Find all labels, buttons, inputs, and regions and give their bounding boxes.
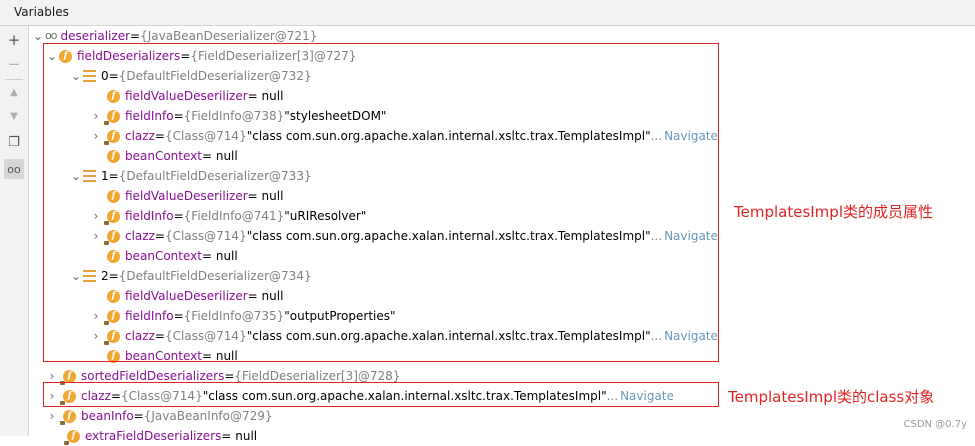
watches-toggle-icon[interactable]: oo [4, 159, 24, 179]
annotation-box-class-object [43, 382, 719, 407]
var-name: extraFieldDeserializers [85, 429, 222, 443]
annotation-box-members [43, 43, 719, 362]
field-icon: f [60, 369, 76, 385]
annotation-members: TemplatesImpl类的成员属性 [734, 203, 933, 221]
var-name: beanInfo [81, 409, 134, 423]
tree-row-beanInfo[interactable]: › f beanInfo = {JavaBeanInfo@729} [45, 406, 273, 426]
field-icon: f [60, 409, 76, 425]
move-up-icon[interactable]: ▲ [4, 82, 24, 102]
var-value: = null [221, 429, 258, 443]
field-icon: f [64, 429, 80, 445]
annotation-class-object: TemplatesImpl类的class对象 [728, 388, 935, 406]
watermark: CSDN @0.7y [903, 419, 967, 430]
remove-icon[interactable]: − [4, 54, 24, 74]
variables-panel-header: Variables [0, 0, 975, 26]
toolbar-divider [5, 79, 23, 80]
move-down-icon[interactable]: ▼ [4, 106, 24, 126]
var-type: {JavaBeanInfo@729} [143, 409, 273, 423]
equals: = [133, 409, 144, 423]
panel-title: Variables [14, 5, 69, 19]
side-toolbar: + − ▲ ▼ ❐ oo [0, 26, 29, 436]
copy-icon[interactable]: ❐ [4, 132, 24, 152]
add-icon[interactable]: + [4, 30, 24, 50]
tree-row-extraFieldDeserializers[interactable]: f extraFieldDeserializers = null [63, 426, 257, 446]
chevron-right-icon[interactable]: › [45, 406, 59, 426]
